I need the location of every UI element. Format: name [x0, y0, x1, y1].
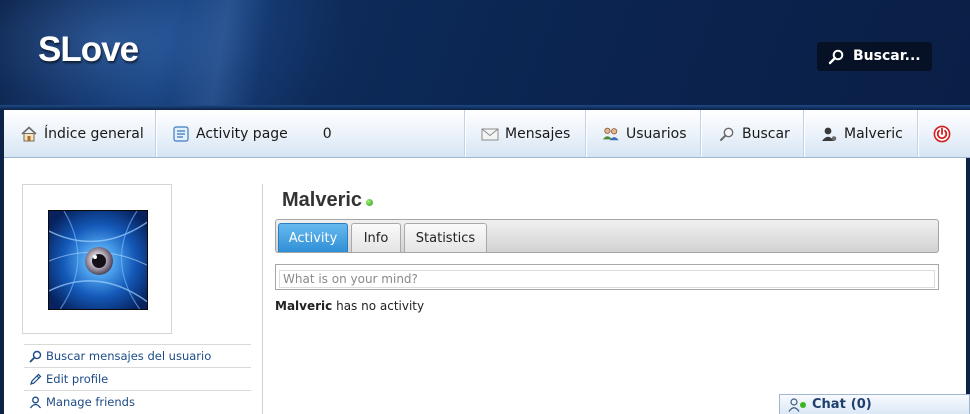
nav-messages-label: Mensajes [505, 125, 571, 142]
profile-content: Buscar mensajes del usuario Edit profile… [4, 158, 966, 414]
envelope-icon [481, 125, 499, 143]
manage-friends-label: Manage friends [46, 395, 135, 409]
avatar[interactable] [48, 210, 148, 310]
nav-messages[interactable]: Mensajes [481, 110, 570, 157]
nav-search[interactable]: Buscar [718, 110, 790, 157]
status-input[interactable] [279, 270, 935, 288]
home-icon [20, 125, 38, 143]
magnifier-icon [828, 49, 844, 65]
site-logo[interactable]: SLove [38, 30, 139, 70]
tab-activity[interactable]: Activity [278, 223, 348, 252]
nav-index-label: Índice general [44, 125, 144, 142]
profile-tabs: Activity Info Statistics [275, 219, 939, 253]
nav-users-label: Usuarios [626, 125, 687, 142]
pencil-icon [28, 372, 42, 386]
chat-users-icon [788, 397, 808, 412]
activity-username: Malveric [275, 299, 333, 313]
users-icon [602, 125, 620, 143]
nav-divider [917, 110, 919, 157]
activity-count: 0 [322, 125, 332, 142]
nav-activity-page[interactable]: Activity page 0 [172, 110, 332, 157]
online-status-icon [366, 199, 373, 206]
search-icon [28, 349, 42, 363]
nav-search-label: Buscar [742, 125, 790, 142]
chat-label: Chat [812, 397, 846, 412]
activity-text: has no activity [336, 299, 425, 313]
search-icon [718, 125, 736, 143]
column-divider [262, 184, 263, 414]
nav-activity-page-label: Activity page [196, 125, 288, 142]
edit-profile-link[interactable]: Edit profile [24, 367, 251, 390]
tab-info[interactable]: Info [351, 223, 401, 252]
chat-tab[interactable]: Chat (0) [779, 394, 970, 414]
nav-divider [155, 110, 157, 157]
nav-divider [585, 110, 587, 157]
header-streak [120, 0, 320, 110]
profile-side-links: Buscar mensajes del usuario Edit profile… [24, 344, 251, 413]
activity-page-icon [172, 125, 190, 143]
tab-statistics[interactable]: Statistics [404, 223, 487, 252]
chat-count: (0) [850, 397, 872, 412]
nav-users[interactable]: Usuarios [602, 110, 687, 157]
nav-user-label: Malveric [844, 125, 903, 142]
search-user-posts-link[interactable]: Buscar mensajes del usuario [24, 344, 251, 367]
user-icon [820, 125, 838, 143]
main-navbar: Índice general Activity page 0 Mensajes [4, 110, 970, 158]
manage-friends-link[interactable]: Manage friends [24, 390, 251, 413]
status-input-wrapper [275, 264, 939, 290]
nav-divider [803, 110, 805, 157]
header-search-label: Buscar... [853, 48, 921, 64]
profile-name: Malveric [282, 189, 363, 211]
activity-message: Malveric has no activity [275, 299, 424, 313]
nav-user-profile[interactable]: Malveric [820, 110, 903, 157]
site-header: SLove Buscar... [0, 0, 970, 110]
avatar-frame [22, 184, 172, 334]
header-search-button[interactable]: Buscar... [817, 42, 932, 71]
power-icon [933, 125, 951, 143]
search-user-posts-label: Buscar mensajes del usuario [46, 349, 212, 363]
logout-button[interactable] [933, 110, 957, 157]
edit-profile-label: Edit profile [46, 372, 109, 386]
nav-divider [700, 110, 702, 157]
nav-divider [464, 110, 466, 157]
friends-icon [28, 395, 42, 409]
nav-index[interactable]: Índice general [20, 110, 144, 157]
